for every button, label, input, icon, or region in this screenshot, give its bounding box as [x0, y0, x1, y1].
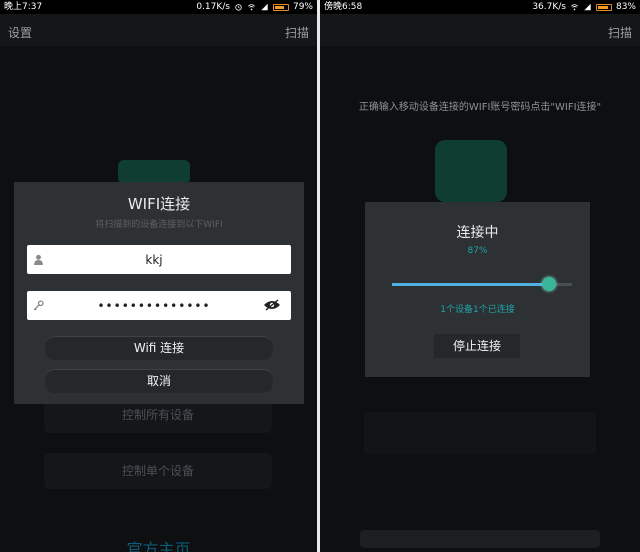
- signal-icon: [261, 3, 268, 11]
- slider-knob[interactable]: [541, 277, 556, 291]
- background-bar: [360, 530, 600, 548]
- connecting-dialog: 连接中 87% 1个设备1个已连接 停止连接: [365, 202, 590, 377]
- wifi-connect-dialog: WIFI连接 将扫描到的设备连接到以下WIFI Wifi 连接 取消: [14, 182, 304, 404]
- connection-status: 1个设备1个已连接: [440, 305, 515, 315]
- battery-percent: 79%: [292, 2, 313, 12]
- battery-icon: [272, 3, 289, 11]
- user-icon: [34, 254, 43, 265]
- official-site-link[interactable]: 官方主页: [0, 536, 317, 552]
- battery-icon: [595, 3, 612, 11]
- right-screen: 傍晚6:58 36.7K/s 83% 扫描 正确输入移动设备连接的WIFI账号密…: [320, 0, 640, 552]
- scan-button[interactable]: 扫描: [285, 24, 309, 41]
- wifi-icon: [571, 4, 578, 11]
- username-field[interactable]: [27, 245, 291, 274]
- alarm-icon: [235, 4, 242, 11]
- app-logo: [435, 140, 507, 202]
- progress-slider[interactable]: [392, 277, 572, 291]
- dialog-title: 连接中: [456, 225, 499, 241]
- progress-percent: 87%: [467, 246, 488, 256]
- stop-connect-button[interactable]: 停止连接: [434, 334, 520, 358]
- wifi-icon: [248, 4, 255, 11]
- status-bar: 晚上7:37 0.17K/s 79%: [0, 0, 317, 14]
- title-bar: 扫描: [320, 14, 640, 46]
- title-bar: 设置 扫描: [0, 14, 317, 46]
- status-time: 傍晚6:58: [324, 2, 363, 12]
- eye-icon[interactable]: [263, 299, 281, 311]
- background-button: [364, 412, 596, 454]
- cancel-button[interactable]: 取消: [45, 369, 273, 393]
- scan-button[interactable]: 扫描: [608, 24, 632, 41]
- settings-button[interactable]: 设置: [8, 24, 32, 41]
- network-speed: 36.7K/s: [532, 2, 566, 12]
- wifi-connect-button[interactable]: Wifi 连接: [45, 336, 273, 360]
- signal-icon: [584, 3, 591, 11]
- password-input[interactable]: [49, 291, 259, 320]
- dialog-title: WIFI连接: [127, 195, 191, 213]
- left-screen: 晚上7:37 0.17K/s 79% 设置 扫描 控制所有设备 控制单个设备 官…: [0, 0, 317, 552]
- dialog-subtitle: 将扫描到的设备连接到以下WIFI: [95, 220, 223, 230]
- status-time: 晚上7:37: [4, 2, 43, 12]
- app-logo: [118, 160, 190, 184]
- status-right: 0.17K/s 79%: [196, 0, 313, 14]
- instruction-text: 正确输入移动设备连接的WIFI账号密码点击"WIFI连接": [358, 102, 602, 113]
- control-single-button[interactable]: 控制单个设备: [44, 453, 272, 489]
- username-input[interactable]: [49, 245, 259, 274]
- battery-percent: 83%: [615, 2, 636, 12]
- status-right: 36.7K/s 83%: [532, 0, 636, 14]
- network-speed: 0.17K/s: [196, 2, 230, 12]
- status-bar: 傍晚6:58 36.7K/s 83%: [320, 0, 640, 14]
- slider-fill: [392, 283, 549, 286]
- password-field[interactable]: [27, 291, 291, 320]
- key-icon: [33, 300, 44, 311]
